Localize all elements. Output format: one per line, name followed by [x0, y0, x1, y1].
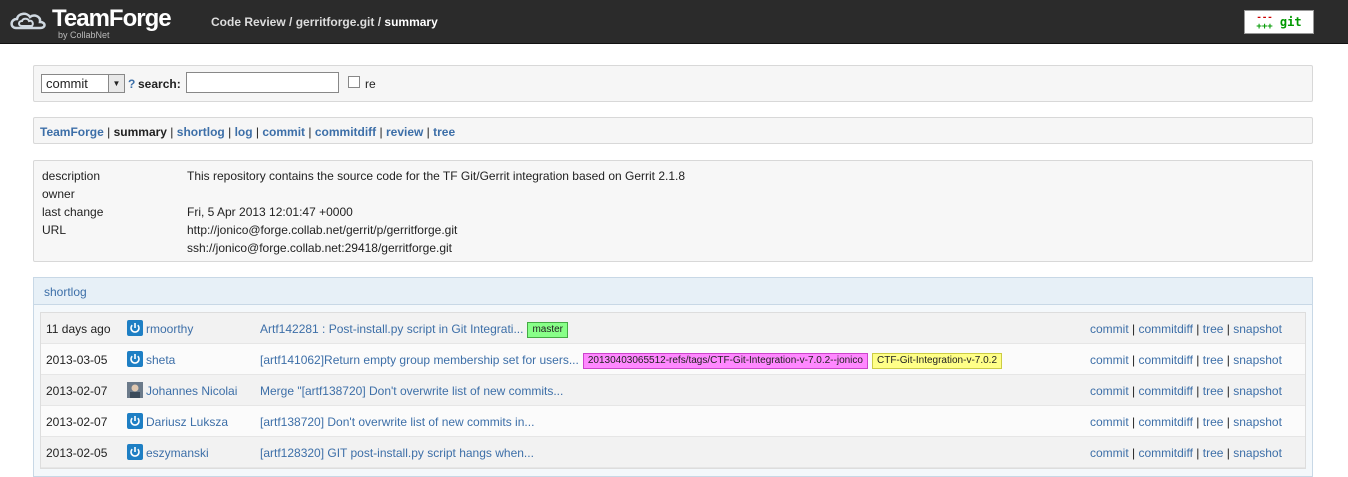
commit-author[interactable]: Johannes Nicolai — [146, 384, 237, 398]
search-type-select[interactable]: commit ▼ — [41, 74, 125, 93]
commit-subject-cell: Merge "[artf138720] Don't overwrite list… — [260, 384, 563, 398]
avatar — [127, 382, 143, 398]
git-plus-mark: +++ — [1256, 21, 1273, 32]
url-ssh[interactable]: ssh://jonico@forge.collab.net:29418/gerr… — [187, 241, 452, 255]
table-row: 2013-03-05 sheta [artf141062]Return empty … — [41, 344, 1305, 375]
shortlog-header: shortlog — [34, 278, 1312, 305]
breadcrumb-repo[interactable]: gerritforge.git — [296, 15, 375, 29]
shortlog-table: 11 days ago rmoorthy Artf142281 : Post-ins… — [40, 312, 1306, 469]
table-row: 2013-02-05 eszymanski [artf128320] GIT pos… — [41, 437, 1305, 468]
commit-subject[interactable]: [artf141062]Return empty group membershi… — [260, 353, 579, 367]
brand-name: TeamForge — [52, 5, 172, 32]
action-commit[interactable]: commit — [1090, 415, 1129, 429]
ref-badge[interactable]: master — [527, 322, 569, 338]
action-snapshot[interactable]: snapshot — [1233, 322, 1282, 336]
nav-log[interactable]: log — [235, 125, 253, 139]
breadcrumb-current: summary — [384, 15, 438, 29]
nav-shortlog[interactable]: shortlog — [177, 125, 225, 139]
regex-label: re — [365, 77, 376, 91]
nav-review[interactable]: review — [386, 125, 423, 139]
cloud-logo-icon — [10, 12, 46, 30]
breadcrumb-separator: / — [285, 15, 296, 29]
commit-age: 2013-02-07 — [46, 415, 108, 429]
action-commit[interactable]: commit — [1090, 353, 1129, 367]
commit-actions: commit | commitdiff | tree | snapshot — [1090, 384, 1282, 398]
last-change-label: last change — [42, 205, 104, 219]
nav-teamforge[interactable]: TeamForge — [40, 125, 104, 139]
regex-checkbox[interactable] — [348, 76, 360, 88]
action-tree[interactable]: tree — [1203, 384, 1224, 398]
search-label: search: — [138, 77, 181, 91]
commit-age: 11 days ago — [46, 322, 111, 336]
commit-subject[interactable]: Artf142281 : Post-install.py script in G… — [260, 322, 523, 336]
commit-age: 2013-03-05 — [46, 353, 108, 367]
ref-badge[interactable]: CTF-Git-Integration-v-7.0.2 — [871, 353, 1003, 369]
commit-subject[interactable]: [artf138720] Don't overwrite list of new… — [260, 415, 534, 429]
commit-author[interactable]: sheta — [146, 353, 175, 367]
commit-subject-cell: [artf138720] Don't overwrite list of new… — [260, 415, 534, 429]
brand-byline: by CollabNet — [58, 30, 110, 40]
table-row: 2013-02-07 Johannes Nicolai Merge "[artf13… — [41, 375, 1305, 406]
commit-subject-cell: Artf142281 : Post-install.py script in G… — [260, 322, 569, 338]
search-type-value: commit — [46, 76, 88, 91]
power-icon — [127, 351, 143, 367]
power-icon — [127, 413, 143, 429]
commit-actions: commit | commitdiff | tree | snapshot — [1090, 322, 1282, 336]
action-commit[interactable]: commit — [1090, 322, 1129, 336]
action-snapshot[interactable]: snapshot — [1233, 353, 1282, 367]
breadcrumb-code-review[interactable]: Code Review — [211, 15, 286, 29]
search-help-link[interactable]: ? — [128, 77, 135, 91]
breadcrumb-separator: / — [374, 15, 385, 29]
action-snapshot[interactable]: snapshot — [1233, 415, 1282, 429]
action-snapshot[interactable]: snapshot — [1233, 384, 1282, 398]
ref-badge[interactable]: 20130403065512-refs/tags/CTF-Git-Integra… — [582, 353, 868, 369]
power-icon — [127, 320, 143, 336]
search-input[interactable] — [186, 72, 339, 93]
table-row: 2013-02-07 Dariusz Luksza [artf138720] Don… — [41, 406, 1305, 437]
search-bar: commit ▼ ? search: re — [33, 65, 1313, 102]
repo-nav: TeamForge | summary | shortlog | log | c… — [40, 125, 456, 139]
commit-actions: commit | commitdiff | tree | snapshot — [1090, 353, 1282, 367]
description-value: This repository contains the source code… — [187, 169, 686, 183]
commit-subject-cell: [artf141062]Return empty group membershi… — [260, 353, 1003, 369]
commit-age: 2013-02-07 — [46, 384, 108, 398]
url-label: URL — [42, 223, 67, 237]
repo-nav-bar: TeamForge | summary | shortlog | log | c… — [33, 117, 1313, 144]
chevron-down-icon[interactable]: ▼ — [108, 75, 124, 92]
action-commitdiff[interactable]: commitdiff — [1138, 322, 1192, 336]
breadcrumb: Code Review / gerritforge.git / summary — [211, 15, 438, 29]
git-label: git — [1279, 15, 1302, 29]
action-commit[interactable]: commit — [1090, 384, 1129, 398]
action-commitdiff[interactable]: commitdiff — [1138, 353, 1192, 367]
action-commitdiff[interactable]: commitdiff — [1138, 384, 1192, 398]
project-info: description This repository contains the… — [33, 160, 1313, 262]
shortlog-title-link[interactable]: shortlog — [44, 285, 87, 299]
table-row: 11 days ago rmoorthy Artf142281 : Post-ins… — [41, 313, 1305, 344]
owner-label: owner — [42, 187, 75, 201]
url-http[interactable]: http://jonico@forge.collab.net/gerrit/p/… — [187, 223, 457, 237]
shortlog-section: shortlog 11 days ago rmoorthy Artf142281 :… — [33, 277, 1313, 477]
commit-author[interactable]: rmoorthy — [146, 322, 193, 336]
action-tree[interactable]: tree — [1203, 353, 1224, 367]
action-tree[interactable]: tree — [1203, 322, 1224, 336]
description-label: description — [42, 169, 101, 183]
commit-subject[interactable]: Merge "[artf138720] Don't overwrite list… — [260, 384, 563, 398]
git-logo-button[interactable]: --- +++ git — [1244, 10, 1314, 34]
action-commitdiff[interactable]: commitdiff — [1138, 415, 1192, 429]
nav-commitdiff[interactable]: commitdiff — [315, 125, 376, 139]
nav-tree[interactable]: tree — [433, 125, 455, 139]
nav-commit[interactable]: commit — [262, 125, 305, 139]
commit-author[interactable]: Dariusz Luksza — [146, 415, 228, 429]
action-tree[interactable]: tree — [1203, 415, 1224, 429]
top-header: TeamForge by CollabNet Code Review / ger… — [0, 0, 1348, 44]
nav-summary: summary — [113, 125, 167, 139]
last-change-value: Fri, 5 Apr 2013 12:01:47 +0000 — [187, 205, 353, 219]
commit-actions: commit | commitdiff | tree | snapshot — [1090, 415, 1282, 429]
